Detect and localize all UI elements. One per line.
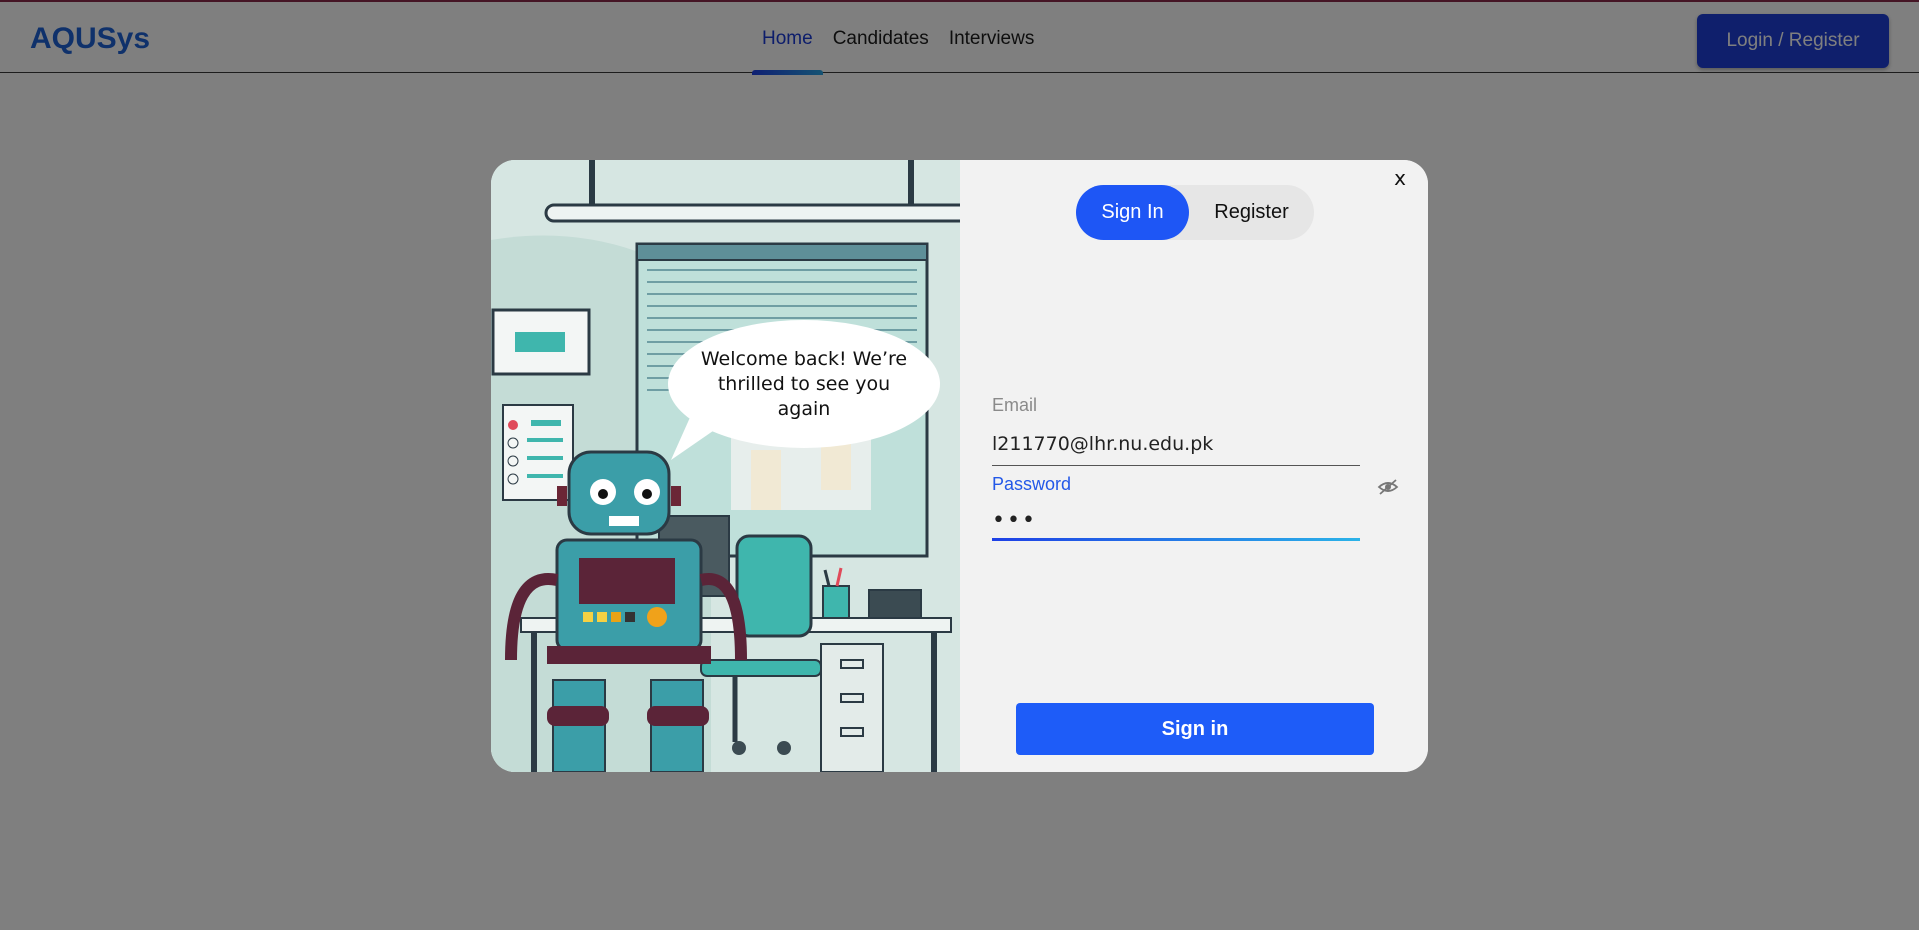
robot-office-illustration: Welcome back! We’re thrilled to see you …	[491, 160, 960, 772]
sign-in-submit-button[interactable]: Sign in	[1016, 703, 1374, 755]
auth-mode-toggle: Sign In Register	[1076, 185, 1314, 240]
tab-sign-in[interactable]: Sign In	[1076, 185, 1189, 240]
eye-off-icon	[1377, 479, 1399, 495]
speech-bubble-text: Welcome back! We’re thrilled to see you …	[700, 347, 908, 420]
password-label: Password	[992, 474, 1072, 494]
close-modal-button[interactable]: x	[1394, 166, 1406, 190]
sign-in-form-panel: x Sign In Register Email Password Sign i…	[960, 160, 1428, 772]
toggle-password-visibility-button[interactable]	[1377, 476, 1399, 498]
tab-register[interactable]: Register	[1189, 185, 1314, 240]
email-label: Email	[992, 395, 1038, 415]
password-field[interactable]	[992, 500, 1360, 544]
robot-office-artwork	[491, 160, 960, 772]
auth-modal: Welcome back! We’re thrilled to see you …	[491, 160, 1428, 772]
email-field[interactable]	[992, 422, 1360, 466]
